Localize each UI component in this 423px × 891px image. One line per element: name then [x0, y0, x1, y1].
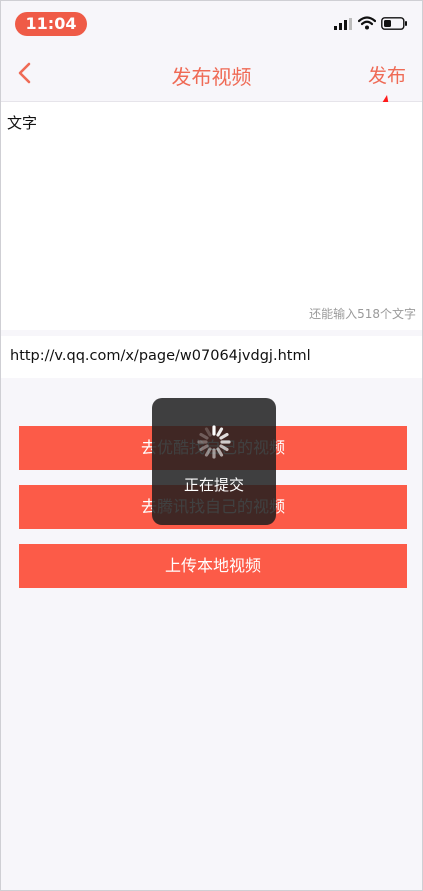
page-title: 发布视频 [171, 65, 252, 89]
status-bar: 11:04 [1, 1, 422, 45]
status-time: 11:04 [15, 12, 87, 36]
video-url-field[interactable]: http://v.qq.com/x/page/w07064jvdgj.html [1, 336, 422, 378]
video-url-value: http://v.qq.com/x/page/w07064jvdgj.html [10, 348, 311, 364]
char-counter: 还能输入518个文字 [309, 307, 416, 321]
loading-text: 正在提交 [183, 476, 244, 494]
loading-toast: 正在提交 [152, 398, 276, 525]
spinner-icon [197, 425, 231, 459]
textarea-value: 文字 [7, 114, 38, 132]
signal-icon [334, 18, 352, 30]
upload-local-video-button[interactable]: 上传本地视频 [19, 544, 407, 588]
wifi-icon [358, 16, 376, 30]
app-screen: 11:04 发布视频 发布 文字 还能输入518个文字 http://v.qq.… [0, 0, 423, 891]
publish-button[interactable]: 发布 [368, 61, 406, 88]
content-textarea[interactable]: 文字 还能输入518个文字 [1, 102, 422, 330]
battery-icon [381, 17, 407, 30]
